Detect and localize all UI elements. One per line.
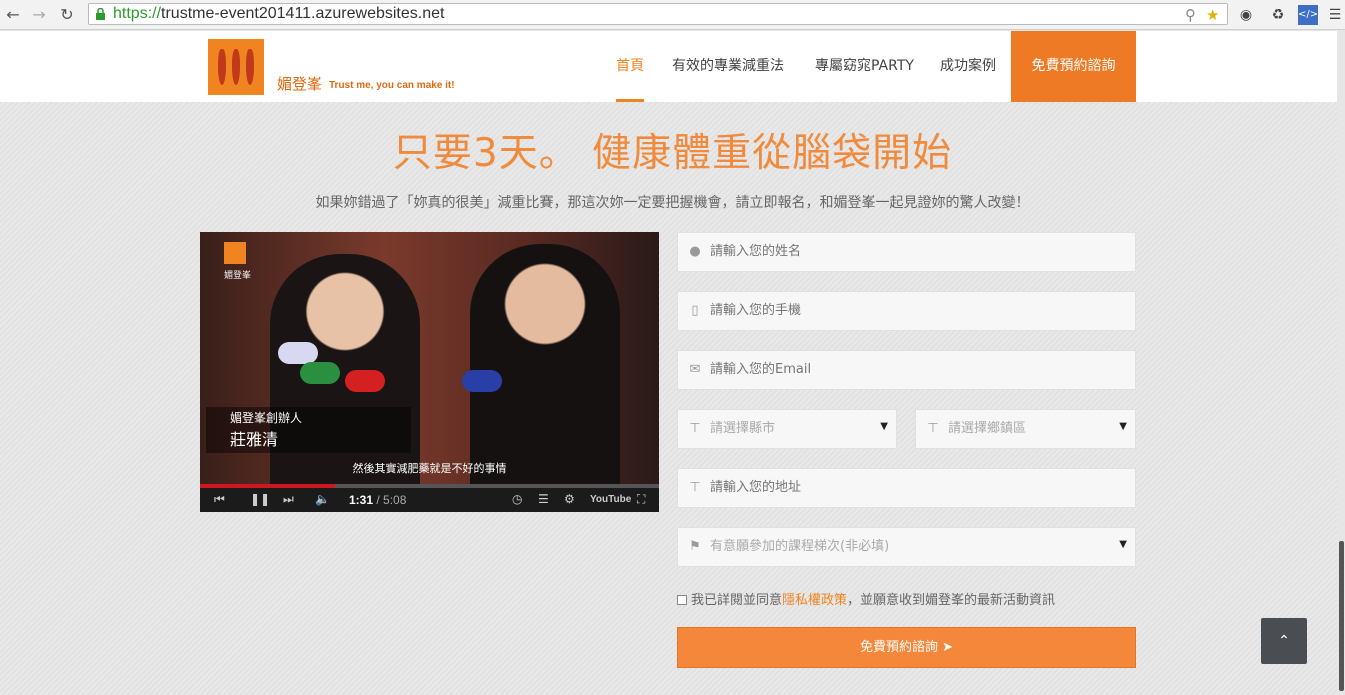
mobile-icon: ▯ — [691, 303, 699, 318]
user-icon: ● — [689, 244, 701, 259]
city-select[interactable]: ⊤ 請選擇縣市 ▼ — [677, 409, 897, 449]
address-field[interactable]: ⊤ — [677, 468, 1136, 508]
chevron-down-icon: ▼ — [880, 421, 888, 432]
back-icon[interactable]: ← — [2, 4, 24, 26]
video-logo-icon — [224, 242, 246, 264]
course-select[interactable]: ⚑ 有意願參加的課程梯次(非必填) ▼ — [677, 527, 1136, 567]
email-input[interactable] — [710, 351, 1107, 389]
agree-prefix: 我已詳閱並同意 — [691, 593, 783, 608]
extension-code-icon[interactable]: </> — [1298, 5, 1318, 25]
extension-camera-icon[interactable]: ◉ — [1236, 5, 1256, 25]
pause-icon[interactable]: ❚❚ — [250, 492, 270, 506]
address-input[interactable] — [710, 469, 1107, 507]
settings-icon[interactable]: ⚙ — [564, 492, 575, 506]
address-bar[interactable]: https://trustme-event201411.azurewebsite… — [88, 3, 1228, 25]
chevron-up-icon: ⌃ — [1278, 633, 1290, 649]
playlist-icon[interactable]: ☰ — [538, 492, 549, 506]
nav-consult-button[interactable]: 免費預約諮詢 — [1011, 31, 1136, 102]
zoom-icon[interactable]: ⚲ — [1185, 6, 1196, 24]
flag-icon: ⚑ — [689, 539, 701, 554]
name-input[interactable] — [710, 233, 1107, 271]
menu-icon[interactable]: ☰ — [1325, 5, 1345, 25]
watch-later-icon[interactable]: ◷ — [512, 492, 522, 506]
email-field[interactable]: ✉ — [677, 350, 1136, 390]
signpost-icon: ⊤ — [689, 480, 701, 495]
envelope-icon: ✉ — [689, 362, 701, 377]
hero-section: 只要3天。 健康體重從腦袋開始 如果妳錯過了「妳真的很美」減重比賽，那這次妳一定… — [0, 102, 1345, 695]
video-frame: 媚登峯 媚登峯創辦人 莊雅清 然後其實減肥藥就是不好的事情 — [200, 232, 659, 484]
signpost-icon: ⊤ — [689, 421, 701, 436]
scrollbar[interactable] — [1337, 31, 1345, 695]
logo-icon[interactable] — [208, 39, 264, 95]
previous-icon[interactable]: ⏮ — [214, 492, 225, 507]
video-caption-name: 莊雅清 — [230, 430, 279, 449]
lock-icon — [96, 8, 105, 20]
url-text: https://trustme-event201411.azurewebsite… — [113, 5, 445, 22]
chevron-down-icon: ▼ — [1119, 539, 1127, 550]
video-time: 1:31 / 5:08 — [349, 493, 407, 507]
volume-icon[interactable]: 🔈 — [315, 492, 330, 506]
forward-icon[interactable]: → — [28, 4, 50, 26]
city-select-value: 請選擇縣市 — [710, 421, 776, 436]
phone-input[interactable] — [710, 292, 1107, 330]
district-select-value: 請選擇鄉鎮區 — [948, 421, 1027, 436]
video-controls: ⏮ ❚❚ ⏭ 🔈 1:31 / 5:08 ◷ ☰ ⚙ YouTube ⛶ — [200, 488, 659, 512]
scrollbar-thumb[interactable] — [1339, 541, 1344, 691]
back-to-top-button[interactable]: ⌃ — [1261, 618, 1307, 664]
hero-subtitle: 如果妳錯過了「妳真的很美」減重比賽，那這次妳一定要把握機會，請立即報名，和媚登峯… — [315, 195, 1030, 211]
submit-button[interactable]: 免費預約諮詢 ➤ — [677, 627, 1136, 668]
send-icon: ➤ — [942, 640, 954, 655]
nav-method[interactable]: 有效的專業減重法 — [672, 31, 784, 102]
browser-chrome: ← → ↻ https://trustme-event201411.azurew… — [0, 0, 1345, 30]
hero-title: 只要3天。 健康體重從腦袋開始 — [392, 131, 953, 176]
youtube-icon[interactable]: YouTube — [590, 494, 631, 505]
agree-suffix: ，並願意收到媚登峯的最新活動資訊 — [847, 593, 1056, 608]
chevron-down-icon: ▼ — [1119, 421, 1127, 432]
next-icon[interactable]: ⏭ — [283, 492, 294, 507]
video-caption-role: 媚登峯創辦人 — [230, 411, 303, 425]
extension-recycle-icon[interactable]: ♻ — [1268, 5, 1288, 25]
course-select-value: 有意願參加的課程梯次(非必填) — [710, 539, 890, 554]
site-header: 媚登峯 Trust me, you can make it! 首頁 有效的專業減… — [0, 31, 1345, 102]
district-select[interactable]: ⊤ 請選擇鄉鎮區 ▼ — [915, 409, 1136, 449]
nav-home[interactable]: 首頁 — [616, 31, 644, 102]
video-player[interactable]: 媚登峯 媚登峯創辦人 莊雅清 然後其實減肥藥就是不好的事情 ⏮ ❚❚ ⏭ 🔈 1… — [200, 232, 659, 512]
agree-checkbox[interactable] — [677, 595, 687, 605]
nav-cases[interactable]: 成功案例 — [940, 31, 996, 102]
privacy-policy-link[interactable]: 隱私權政策 — [782, 593, 847, 608]
fullscreen-icon[interactable]: ⛶ — [637, 492, 645, 507]
submit-label: 免費預約諮詢 — [859, 640, 938, 655]
reload-icon[interactable]: ↻ — [56, 4, 78, 26]
signpost-icon: ⊤ — [927, 421, 939, 436]
agree-row: 我已詳閱並同意隱私權政策，並願意收到媚登峯的最新活動資訊 — [677, 589, 1055, 608]
brand-name: 媚登峯 — [277, 75, 323, 93]
video-subtitle: 然後其實減肥藥就是不好的事情 — [352, 462, 507, 475]
nav-party[interactable]: 專屬窈窕PARTY — [815, 31, 914, 102]
phone-field[interactable]: ▯ — [677, 291, 1136, 331]
star-icon[interactable]: ★ — [1206, 6, 1219, 24]
brand-tagline: Trust me, you can make it! — [329, 80, 455, 91]
video-logo-text: 媚登峯 — [224, 271, 252, 281]
name-field[interactable]: ● — [677, 232, 1136, 272]
